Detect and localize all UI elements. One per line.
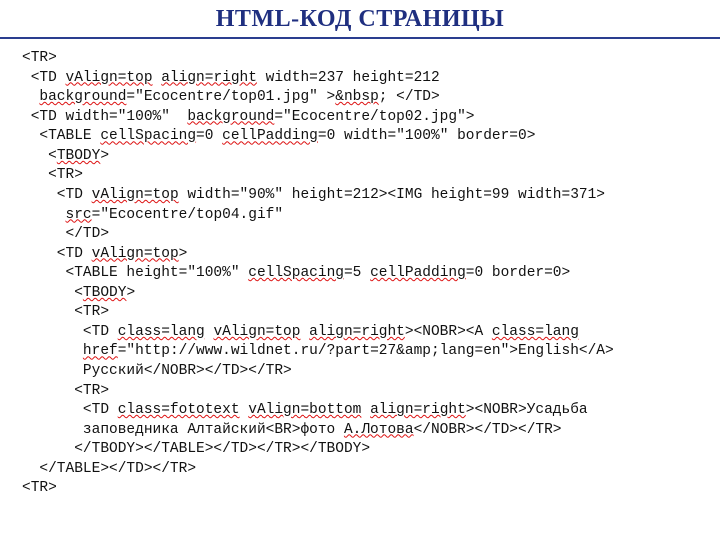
code-span: class=lang: [492, 324, 579, 340]
code-span: ="http://www.wildnet.ru/?part=27&amp;lan…: [118, 343, 614, 359]
code-span: [153, 70, 162, 86]
code-span: <: [22, 285, 83, 301]
code-span: &nbsp: [335, 89, 379, 105]
code-span: TBODY: [83, 285, 127, 301]
code-span: А.Лотова: [344, 422, 414, 438]
code-span: ><NOBR><A: [405, 324, 492, 340]
code-span: <TABLE: [22, 128, 100, 144]
code-span: =5: [344, 265, 370, 281]
code-span: width="90%" height=212><IMG height=99 wi…: [179, 187, 605, 203]
code-span: [240, 402, 249, 418]
code-line: <TR>: [22, 50, 57, 66]
code-span: <TD: [22, 246, 92, 262]
code-line: </TABLE></TD></TR>: [22, 461, 196, 477]
code-span: vAlign=bottom: [248, 402, 361, 418]
code-span: </NOBR></TD></TR>: [414, 422, 562, 438]
code-span: ; </TD>: [379, 89, 440, 105]
code-span: src: [66, 207, 92, 223]
code-span: background: [39, 89, 126, 105]
code-line: <TD: [22, 70, 66, 86]
code-span: class=lang: [118, 324, 205, 340]
code-span: =0 width="100%" border=0>: [318, 128, 536, 144]
code-line: <TR>: [22, 383, 109, 399]
code-span: vAlign=top: [92, 187, 179, 203]
code-line: <TR>: [22, 480, 57, 496]
page-title: HTML-КОД СТРАНИЦЫ: [216, 6, 504, 32]
code-span: [300, 324, 309, 340]
code-span: =0 border=0>: [466, 265, 570, 281]
code-span: <TD width="100%": [22, 109, 187, 125]
code-span: href: [83, 343, 118, 359]
code-span: align=right: [309, 324, 405, 340]
code-span: ><NOBR>Усадьба: [466, 402, 588, 418]
code-span: vAlign=top: [213, 324, 300, 340]
code-span: ="Ecocentre/top02.jpg">: [274, 109, 474, 125]
code-span: <TD: [22, 187, 92, 203]
code-span: vAlign=top: [92, 246, 179, 262]
code-span: заповедника Алтайский<BR>фото: [22, 422, 344, 438]
code-line: Русский</NOBR></TD></TR>: [22, 363, 292, 379]
code-line: <TR>: [22, 304, 109, 320]
code-span: [22, 89, 39, 105]
code-line: </TD>: [22, 226, 109, 242]
code-span: cellPadding: [370, 265, 466, 281]
code-span: ="Ecocentre/top01.jpg" >: [126, 89, 335, 105]
code-span: width=237 height=212: [257, 70, 440, 86]
code-span: <TD: [22, 402, 118, 418]
code-span: <TABLE height="100%": [22, 265, 248, 281]
code-span: TBODY: [57, 148, 101, 164]
code-span: >: [126, 285, 135, 301]
code-span: >: [179, 246, 188, 262]
code-line: </TBODY></TABLE></TD></TR></TBODY>: [22, 441, 370, 457]
code-span: class=fototext: [118, 402, 240, 418]
code-span: cellSpacing: [100, 128, 196, 144]
title-bar: HTML-КОД СТРАНИЦЫ: [0, 0, 720, 39]
code-span: vAlign=top: [66, 70, 153, 86]
code-span: align=right: [161, 70, 257, 86]
code-span: align=right: [370, 402, 466, 418]
code-span: [361, 402, 370, 418]
code-span: >: [100, 148, 109, 164]
code-span: ="Ecocentre/top04.gif": [92, 207, 283, 223]
code-line: <TR>: [22, 167, 83, 183]
code-span: [22, 343, 83, 359]
code-span: <TD: [22, 324, 118, 340]
code-span: background: [187, 109, 274, 125]
code-span: <: [22, 148, 57, 164]
code-span: [22, 207, 66, 223]
html-source-code: <TR> <TD vAlign=top align=right width=23…: [0, 39, 720, 509]
code-span: cellSpacing: [248, 265, 344, 281]
code-span: =0: [196, 128, 222, 144]
code-span: cellPadding: [222, 128, 318, 144]
